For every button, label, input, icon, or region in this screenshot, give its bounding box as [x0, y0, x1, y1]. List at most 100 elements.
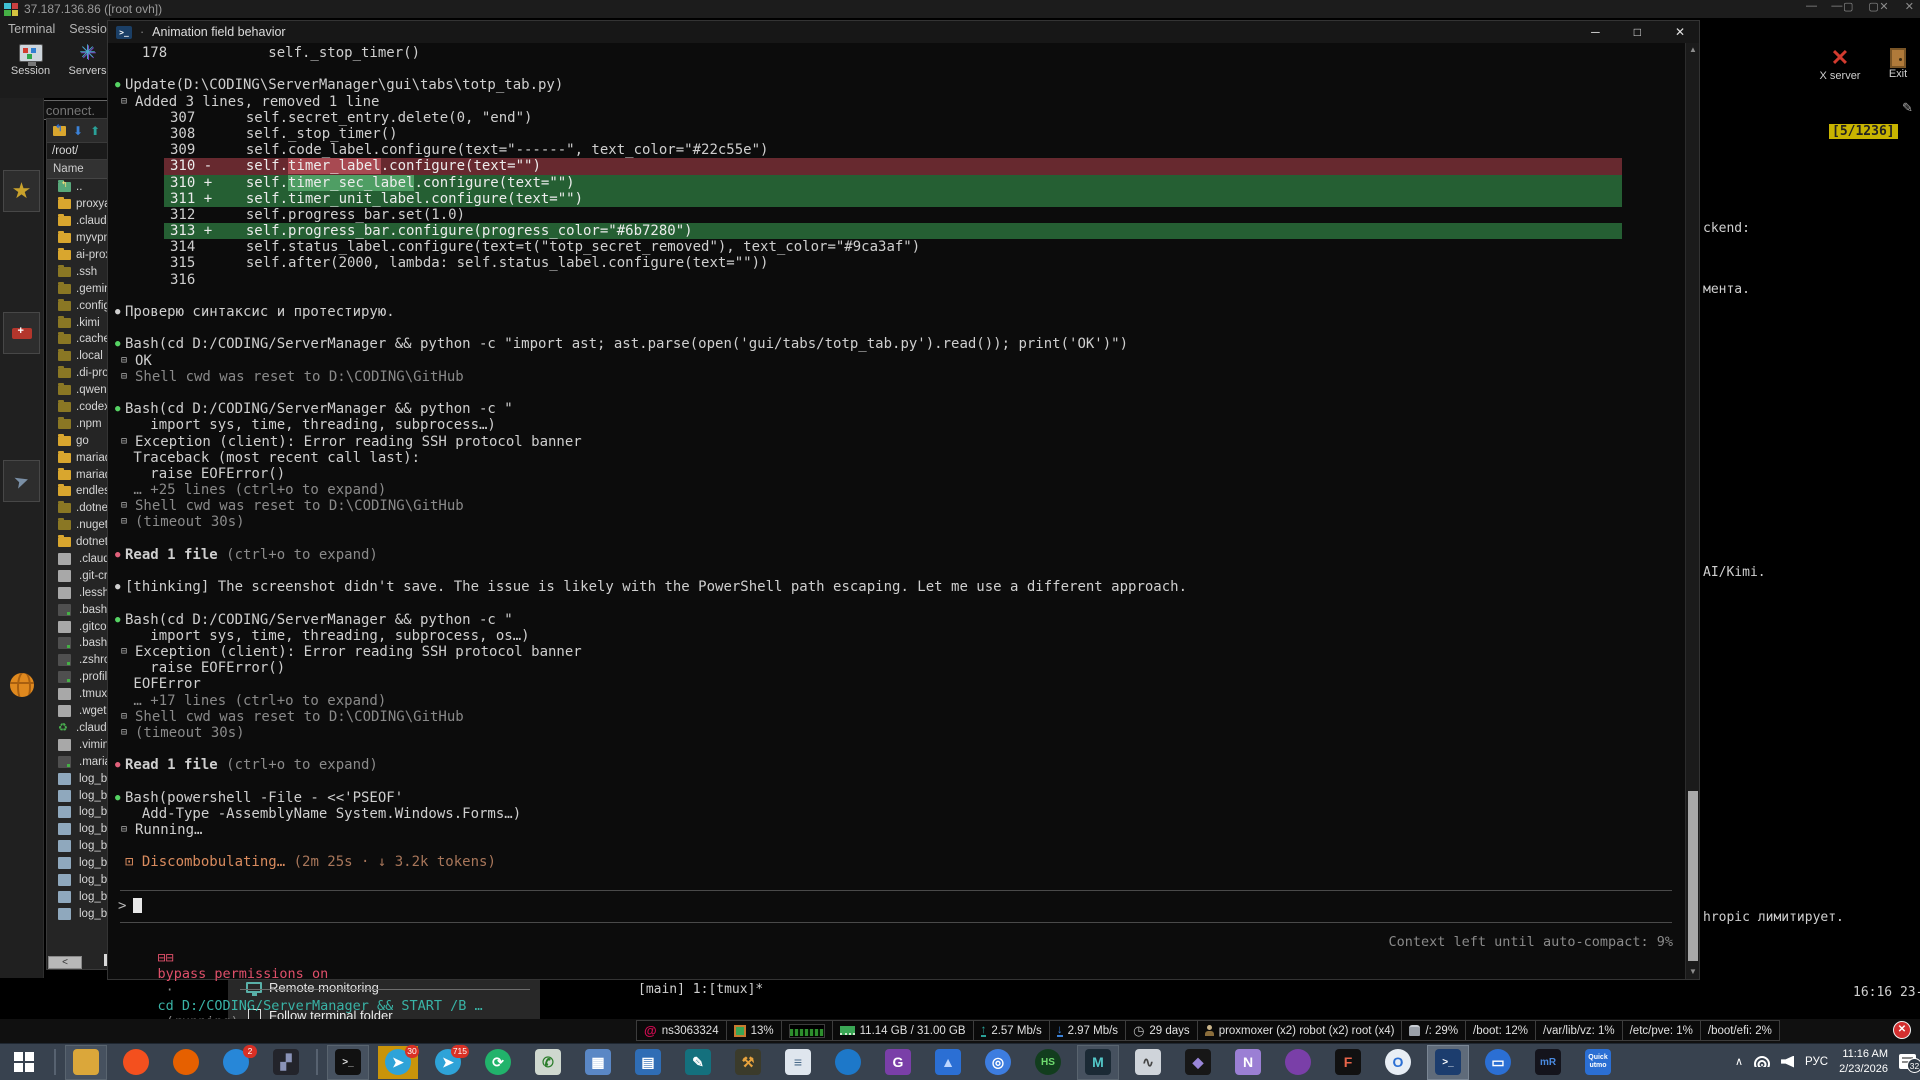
- download-icon[interactable]: ⬇: [73, 125, 83, 137]
- terminal-line: ●[thinking] The screenshot didn't save. …: [108, 579, 1683, 595]
- file-explorer[interactable]: [66, 1046, 106, 1079]
- mr-app[interactable]: mR: [1528, 1046, 1568, 1079]
- figma[interactable]: F: [1328, 1046, 1368, 1079]
- notifications-icon[interactable]: 32: [1899, 1054, 1916, 1069]
- tools-app[interactable]: ⚒: [728, 1046, 768, 1079]
- tools-button[interactable]: [3, 312, 40, 354]
- start-button[interactable]: [4, 1046, 44, 1079]
- tray-date: 2/23/2026: [1839, 1062, 1888, 1076]
- swirl-app[interactable]: [828, 1046, 868, 1079]
- close-icon[interactable]: ✕: [1675, 25, 1685, 39]
- telegram-alert[interactable]: ➤30: [378, 1046, 418, 1079]
- hs-app[interactable]: HS: [1028, 1046, 1068, 1079]
- statusbar-close-button[interactable]: ✕: [1893, 1021, 1911, 1039]
- terminal-line: import sys, time, threading, subprocess,…: [108, 628, 1683, 644]
- photos-app[interactable]: ▲: [928, 1046, 968, 1079]
- folder-up-icon[interactable]: [53, 126, 66, 136]
- notion-app[interactable]: N: [1228, 1046, 1268, 1079]
- status-item: /etc/pve: 1%: [1622, 1020, 1701, 1041]
- chromium-browser-icon: ◎: [985, 1049, 1011, 1075]
- close-icon[interactable]: ✕: [1879, 0, 1888, 13]
- exit-button[interactable]: Exit: [1878, 46, 1918, 80]
- background-text-fragment: мента.: [1703, 282, 1750, 297]
- file-icon: [58, 621, 71, 633]
- star-icon: ★: [12, 178, 32, 204]
- terminal-line: ●Update(D:\CODING\ServerManager\gui\tabs…: [108, 77, 1683, 93]
- speaker-icon[interactable]: [1781, 1056, 1794, 1068]
- github-desktop[interactable]: [1278, 1046, 1318, 1079]
- status-item: /boot: 12%: [1465, 1020, 1536, 1041]
- quick-utmo[interactable]: Quick utmo: [1578, 1046, 1618, 1079]
- terminal-line: 316: [108, 272, 1683, 288]
- maximize-icon[interactable]: ▢: [1843, 0, 1853, 13]
- upload-icon[interactable]: ⬆: [90, 125, 100, 137]
- brave-browser[interactable]: [116, 1046, 156, 1079]
- remote-desktop[interactable]: ▭: [1478, 1046, 1518, 1079]
- file-icon: [58, 688, 71, 700]
- clock[interactable]: 11:16 AM 2/23/2026: [1839, 1047, 1888, 1076]
- folder-icon: [58, 385, 71, 395]
- chromium-browser[interactable]: ◎: [978, 1046, 1018, 1079]
- scrollbar-thumb[interactable]: [1688, 791, 1698, 961]
- menu-terminal[interactable]: Terminal: [8, 22, 55, 36]
- language-indicator[interactable]: РУС: [1805, 1056, 1828, 1068]
- opera-browser[interactable]: O: [1378, 1046, 1418, 1079]
- cmd-terminal[interactable]: >_: [328, 1046, 368, 1079]
- minimize-icon[interactable]: ─: [1591, 25, 1600, 39]
- folder-icon: [58, 267, 71, 277]
- phone-tool[interactable]: ✆: [528, 1046, 568, 1079]
- network-button[interactable]: [3, 664, 40, 706]
- windows-app[interactable]: ▤: [628, 1046, 668, 1079]
- file-icon: [58, 790, 71, 802]
- pencil-icon[interactable]: ✎: [1902, 100, 1913, 116]
- telegram[interactable]: ➤715: [428, 1046, 468, 1079]
- notepad[interactable]: ≡: [778, 1046, 818, 1079]
- file-explorer-icon: [73, 1049, 99, 1075]
- file-name: .cache: [76, 333, 110, 345]
- scroll-up-icon[interactable]: ▲: [1686, 43, 1700, 57]
- taskbar-divider: [316, 1049, 318, 1075]
- calculator[interactable]: ▦: [578, 1046, 618, 1079]
- background-text-fragment: ckend:: [1703, 221, 1750, 236]
- folder-icon: [58, 470, 71, 480]
- background-text-fragment: hropic лимитирует.: [1703, 910, 1844, 925]
- pixel-app[interactable]: ▞: [266, 1046, 306, 1079]
- vertical-scrollbar[interactable]: ▲ ▼: [1685, 43, 1699, 979]
- window-titlebar[interactable]: >_ · Animation field behavior: [108, 21, 1699, 43]
- wifi-icon[interactable]: [1754, 1056, 1770, 1067]
- sync-app[interactable]: ⟳: [478, 1046, 518, 1079]
- favorites-button[interactable]: ★: [3, 170, 40, 212]
- maximize-icon[interactable]: □: [1634, 25, 1641, 39]
- messenger-app[interactable]: 2: [216, 1046, 256, 1079]
- firefox-browser[interactable]: [166, 1046, 206, 1079]
- x-server-button[interactable]: ✕ X server: [1812, 46, 1868, 82]
- status-item-debian: @ns3063324: [636, 1020, 727, 1041]
- file-name: .zshrc: [79, 654, 110, 666]
- audio-app[interactable]: ∿: [1128, 1046, 1168, 1079]
- diff-line-del: 310 - self.timer_label.configure(text=""…: [164, 158, 1622, 174]
- minimize-icon[interactable]: —: [1806, 0, 1817, 13]
- macros-button[interactable]: ➤: [3, 460, 40, 502]
- close-icon[interactable]: ✕: [1905, 0, 1914, 13]
- obsidian[interactable]: ◆: [1178, 1046, 1218, 1079]
- swirl-app-icon: [835, 1049, 861, 1075]
- notification-badge: 2: [243, 1045, 257, 1058]
- mobaxterm-logo-icon: [4, 3, 18, 16]
- servers-button[interactable]: ✳ Servers: [63, 44, 112, 94]
- permissions-mode[interactable]: bypass permissions on: [158, 966, 329, 982]
- folder-icon: [58, 250, 71, 260]
- horizontal-scrollbar[interactable]: <: [48, 956, 82, 969]
- status-item-down: ↓2.97 Mb/s: [1049, 1020, 1126, 1041]
- gdoc-app[interactable]: G: [878, 1046, 918, 1079]
- spinner-status-line: ⊡ Discombobulating… (2m 25s · ↓ 3.2k tok…: [108, 854, 1683, 870]
- file-icon: [58, 182, 71, 192]
- folder-icon: [58, 436, 71, 446]
- session-button[interactable]: Session: [6, 44, 55, 94]
- tray-chevron-icon[interactable]: ∧: [1735, 1055, 1743, 1068]
- powershell[interactable]: >_: [1428, 1046, 1468, 1079]
- prompt-line[interactable]: >: [118, 898, 142, 914]
- scroll-down-icon[interactable]: ▼: [1686, 965, 1700, 979]
- teal-tool[interactable]: ✎: [678, 1046, 718, 1079]
- file-icon: [58, 756, 71, 768]
- mobaxterm[interactable]: M: [1078, 1046, 1118, 1079]
